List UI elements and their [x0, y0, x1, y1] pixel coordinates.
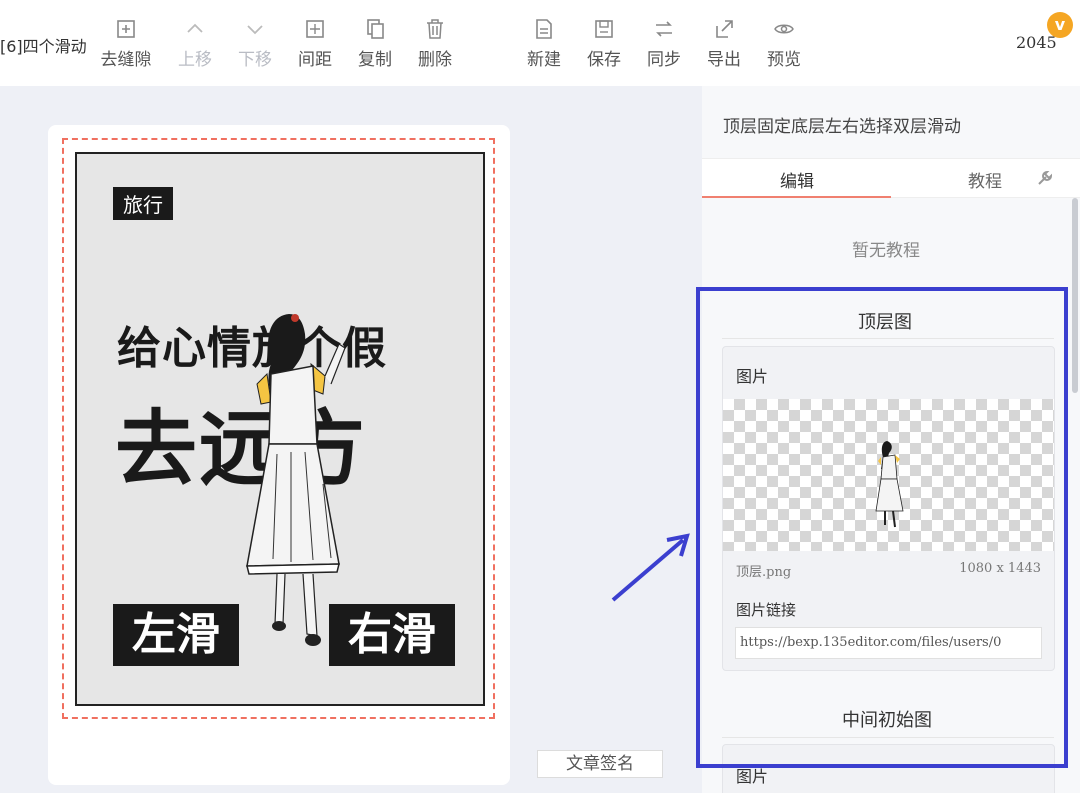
image-url-input[interactable]: https://bexp.135editor.com/files/users/0 — [735, 627, 1042, 659]
chevron-up-icon — [184, 18, 206, 40]
eye-icon — [773, 18, 795, 40]
copy-label: 复制 — [358, 50, 392, 70]
image-label: 图片 — [736, 767, 769, 786]
export-icon — [713, 18, 735, 40]
travel-tag: 旅行 — [113, 187, 173, 220]
properties-panel: 顶层固定底层左右选择双层滑动 编辑 教程 暂无教程 顶层图 图片 顶层.png … — [702, 86, 1080, 793]
preview-button[interactable]: 预览 — [752, 18, 816, 74]
move-up-button[interactable]: 上移 — [163, 18, 227, 74]
spacing-button[interactable]: 间距 — [283, 18, 347, 74]
chevron-down-icon — [244, 18, 266, 40]
spacing-label: 间距 — [298, 50, 332, 70]
top-toolbar: [6]四个滑动 去缝隙 上移 下移 间距 复制 删除 新建 保存 同步 导出 预… — [0, 0, 1080, 86]
save-icon — [593, 18, 615, 40]
remove-gap-label: 去缝隙 — [100, 50, 152, 70]
image-label: 图片 — [736, 367, 769, 386]
girl-illustration — [246, 314, 346, 646]
no-tutorial-text: 暂无教程 — [852, 241, 920, 261]
export-button[interactable]: 导出 — [692, 18, 756, 74]
middle-layer-section-title: 中间初始图 — [842, 710, 932, 731]
sync-arrows-icon — [653, 18, 675, 40]
section-divider — [722, 338, 1054, 339]
top-layer-image-card: 图片 顶层.png 1080 x 1443 图片链接 https://bexp.… — [722, 346, 1055, 671]
swipe-right-button[interactable]: 右滑 — [329, 604, 455, 666]
export-label: 导出 — [707, 50, 741, 70]
tab-tutorial[interactable]: 教程 — [968, 167, 1002, 192]
sync-button[interactable]: 同步 — [632, 18, 696, 74]
panel-tabs: 编辑 教程 — [702, 158, 1080, 198]
new-button[interactable]: 新建 — [512, 18, 576, 74]
image-preview[interactable] — [723, 399, 1054, 551]
middle-layer-image-card: 图片 — [722, 744, 1055, 793]
move-down-label: 下移 — [238, 50, 272, 70]
swipe-left-button[interactable]: 左滑 — [113, 604, 239, 666]
image-url-label: 图片链接 — [736, 601, 797, 619]
active-tab-indicator — [702, 196, 891, 198]
file-dimensions: 1080 x 1443 — [959, 561, 1041, 576]
plus-square-icon — [115, 18, 137, 40]
selected-block-frame[interactable]: 旅行 给心情放个假 去远方 左滑 右滑 — [62, 138, 495, 719]
preview-label: 预览 — [767, 50, 801, 70]
document-title[interactable]: [6]四个滑动 — [0, 33, 87, 57]
save-button[interactable]: 保存 — [572, 18, 636, 74]
editor-canvas: 旅行 给心情放个假 去远方 左滑 右滑 — [48, 125, 510, 785]
new-label: 新建 — [527, 50, 561, 70]
wrench-icon[interactable] — [1036, 169, 1054, 187]
save-label: 保存 — [587, 50, 621, 70]
sync-label: 同步 — [647, 50, 681, 70]
template-title: 顶层固定底层左右选择双层滑动 — [723, 117, 961, 137]
delete-button[interactable]: 删除 — [403, 18, 467, 74]
tab-edit[interactable]: 编辑 — [780, 167, 814, 192]
spacing-icon — [304, 18, 326, 40]
trash-icon — [424, 18, 446, 40]
delete-label: 删除 — [418, 50, 452, 70]
move-down-button[interactable]: 下移 — [223, 18, 287, 74]
vip-badge-icon[interactable]: v — [1047, 12, 1073, 38]
arrow-annotation-icon — [611, 533, 690, 602]
remove-gap-button[interactable]: 去缝隙 — [94, 18, 158, 74]
move-up-label: 上移 — [178, 50, 212, 70]
article-signature-button[interactable]: 文章签名 — [537, 750, 663, 778]
new-file-icon — [533, 18, 555, 40]
girl-thumbnail — [875, 441, 904, 528]
file-name: 顶层.png — [736, 565, 792, 580]
panel-scrollbar[interactable] — [1072, 198, 1078, 393]
copy-icon — [364, 18, 386, 40]
word-count: 2045 — [1016, 33, 1057, 52]
copy-button[interactable]: 复制 — [343, 18, 407, 74]
section-divider — [722, 737, 1054, 738]
top-layer-section-title: 顶层图 — [858, 312, 912, 333]
poster-image: 旅行 给心情放个假 去远方 左滑 右滑 — [75, 152, 485, 706]
